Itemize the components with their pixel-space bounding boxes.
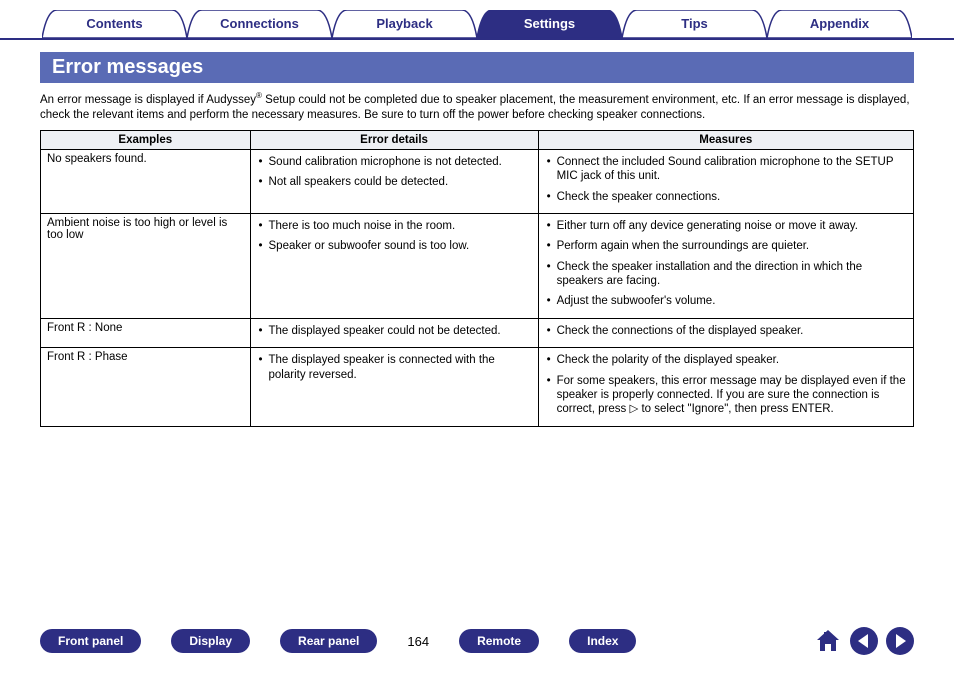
tab-appendix[interactable]: Appendix [767, 10, 912, 38]
col-header-measures: Measures [538, 130, 913, 149]
tab-label: Settings [524, 16, 575, 31]
list-item: The displayed speaker could not be detec… [259, 324, 532, 338]
front-panel-button[interactable]: Front panel [40, 629, 141, 653]
list-item: Check the speaker connections. [547, 190, 907, 204]
col-header-examples: Examples [41, 130, 251, 149]
cell-details: Sound calibration microphone is not dete… [250, 149, 538, 213]
page-number: 164 [407, 634, 429, 649]
section-title: Error messages [40, 52, 914, 83]
cell-measures: Check the connections of the displayed s… [538, 318, 913, 347]
table-row: No speakers found. Sound calibration micr… [41, 149, 914, 213]
list-item: Adjust the subwoofer's volume. [547, 294, 907, 308]
table-row: Front R : Phase The displayed speaker is … [41, 348, 914, 427]
list-item: Connect the included Sound calibration m… [547, 155, 907, 184]
error-table: Examples Error details Measures No speak… [40, 130, 914, 427]
cell-example: No speakers found. [41, 149, 251, 213]
tab-settings[interactable]: Settings [477, 10, 622, 38]
list-item: The displayed speaker is connected with … [259, 353, 532, 382]
bottom-bar: Front panel Display Rear panel 164 Remot… [0, 627, 954, 655]
next-page-button[interactable] [886, 627, 914, 655]
list-item: Perform again when the surroundings are … [547, 239, 907, 253]
tab-label: Tips [681, 16, 708, 31]
list-item: Check the polarity of the displayed spea… [547, 353, 907, 367]
cell-details: The displayed speaker could not be detec… [250, 318, 538, 347]
tab-label: Contents [86, 16, 142, 31]
arrow-right-icon [896, 634, 906, 648]
list-item: Not all speakers could be detected. [259, 175, 532, 189]
top-tabs: Contents Connections Playback Settings T… [0, 0, 954, 40]
index-button[interactable]: Index [569, 629, 636, 653]
col-header-details: Error details [250, 130, 538, 149]
remote-button[interactable]: Remote [459, 629, 539, 653]
tab-tips[interactable]: Tips [622, 10, 767, 38]
list-item: Check the connections of the displayed s… [547, 324, 907, 338]
list-item: Sound calibration microphone is not dete… [259, 155, 532, 169]
tab-label: Connections [220, 16, 299, 31]
list-item: Speaker or subwoofer sound is too low. [259, 239, 532, 253]
prev-page-button[interactable] [850, 627, 878, 655]
cell-measures: Either turn off any device generating no… [538, 213, 913, 318]
tab-label: Playback [376, 16, 432, 31]
list-item: For some speakers, this error message ma… [547, 374, 907, 417]
display-button[interactable]: Display [171, 629, 250, 653]
tab-label: Appendix [810, 16, 869, 31]
tab-connections[interactable]: Connections [187, 10, 332, 38]
cell-example: Front R : None [41, 318, 251, 347]
table-row: Front R : None The displayed speaker coul… [41, 318, 914, 347]
cell-details: The displayed speaker is connected with … [250, 348, 538, 427]
cell-details: There is too much noise in the room. Spea… [250, 213, 538, 318]
intro-text: An error message is displayed if Audysse… [40, 91, 914, 124]
list-item: Check the speaker installation and the d… [547, 260, 907, 289]
tab-contents[interactable]: Contents [42, 10, 187, 38]
list-item: There is too much noise in the room. [259, 219, 532, 233]
nav-icons [814, 627, 914, 655]
cell-measures: Connect the included Sound calibration m… [538, 149, 913, 213]
tab-playback[interactable]: Playback [332, 10, 477, 38]
arrow-left-icon [858, 634, 868, 648]
cell-measures: Check the polarity of the displayed spea… [538, 348, 913, 427]
rear-panel-button[interactable]: Rear panel [280, 629, 377, 653]
cell-example: Front R : Phase [41, 348, 251, 427]
table-row: Ambient noise is too high or level is to… [41, 213, 914, 318]
cell-example: Ambient noise is too high or level is to… [41, 213, 251, 318]
list-item: Either turn off any device generating no… [547, 219, 907, 233]
home-icon[interactable] [814, 627, 842, 655]
